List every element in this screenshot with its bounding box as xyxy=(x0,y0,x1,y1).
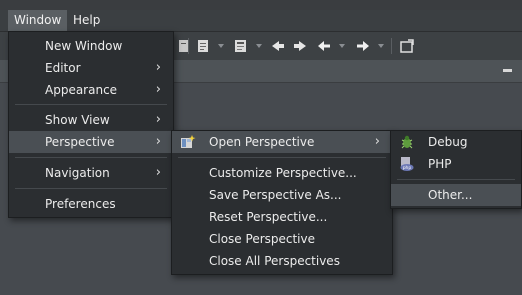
back-arrow-icon[interactable] xyxy=(316,38,332,54)
debug-bug-icon xyxy=(399,134,415,150)
forward-arrow-icon[interactable] xyxy=(355,38,371,54)
menu-item-label: Close Perspective xyxy=(209,232,316,246)
menu-item-label: Other... xyxy=(428,188,473,202)
menu-item-appearance[interactable]: Appearance › xyxy=(9,79,173,101)
minimize-icon[interactable] xyxy=(503,69,512,72)
menu-item-customize-perspective[interactable]: Customize Perspective... xyxy=(172,162,392,184)
svg-text:php: php xyxy=(403,165,412,171)
menu-item-label: Perspective xyxy=(45,135,115,149)
menu-help[interactable]: Help xyxy=(67,10,106,31)
menu-separator xyxy=(178,157,386,158)
menu-item-label: Navigation xyxy=(45,166,110,180)
menu-item-open-perspective[interactable]: Open Perspective › xyxy=(172,131,392,153)
chevron-right-icon: › xyxy=(155,165,161,180)
chevron-right-icon: › xyxy=(374,134,380,149)
menu-item-new-window[interactable]: New Window xyxy=(9,35,173,57)
menu-item-label: Show View xyxy=(45,113,110,127)
menu-item-perspective[interactable]: Perspective › xyxy=(9,131,173,153)
menu-separator xyxy=(15,188,167,189)
toolbar-dropdown-arrow[interactable] xyxy=(339,44,345,48)
toolbar-list-icon[interactable] xyxy=(233,38,249,54)
menu-item-label: PHP xyxy=(428,157,452,171)
menu-item-label: Appearance xyxy=(45,83,118,97)
chevron-right-icon: › xyxy=(155,60,161,75)
toolbar-dropdown-arrow[interactable] xyxy=(218,44,224,48)
menu-item-php[interactable]: php PHP xyxy=(391,153,521,175)
menu-item-show-view[interactable]: Show View › xyxy=(9,109,173,131)
open-perspective-icon xyxy=(180,134,196,150)
menu-separator xyxy=(15,157,167,158)
toolbar-separator xyxy=(188,38,189,54)
title-strip xyxy=(0,0,522,10)
toolbar-separator xyxy=(391,38,392,54)
menu-item-label: Open Perspective xyxy=(209,135,315,149)
menu-item-close-perspective[interactable]: Close Perspective xyxy=(172,228,392,250)
next-edit-icon[interactable] xyxy=(292,38,308,54)
php-icon: php xyxy=(399,156,415,172)
toolbar-dropdown-arrow[interactable] xyxy=(378,44,384,48)
menu-item-save-perspective-as[interactable]: Save Perspective As... xyxy=(172,184,392,206)
toolbar-dropdown-arrow[interactable] xyxy=(256,44,262,48)
menu-separator xyxy=(397,179,515,180)
menu-item-label: Preferences xyxy=(45,197,116,211)
menu-item-reset-perspective[interactable]: Reset Perspective... xyxy=(172,206,392,228)
menu-item-label: Debug xyxy=(428,135,468,149)
open-perspective-submenu: Debug php PHP Other... xyxy=(390,130,522,209)
menu-item-label: Customize Perspective... xyxy=(209,166,357,180)
previous-edit-icon[interactable] xyxy=(270,38,286,54)
menu-item-label: Close All Perspectives xyxy=(209,254,340,268)
chevron-right-icon: › xyxy=(155,134,161,149)
menu-separator xyxy=(15,104,167,105)
menu-item-label: Save Perspective As... xyxy=(209,188,342,202)
window-menu: New Window Editor › Appearance › Show Vi… xyxy=(8,31,174,218)
chevron-right-icon: › xyxy=(155,112,161,127)
menu-item-navigation[interactable]: Navigation › xyxy=(9,162,173,184)
menu-item-other[interactable]: Other... xyxy=(391,184,521,206)
toolbar-page-icon[interactable] xyxy=(176,38,192,54)
menu-item-label: Reset Perspective... xyxy=(209,210,328,224)
menu-item-debug[interactable]: Debug xyxy=(391,131,521,153)
perspective-submenu: Open Perspective › Customize Perspective… xyxy=(171,130,393,275)
menu-bar: Window Help xyxy=(0,10,522,32)
menu-item-preferences[interactable]: Preferences xyxy=(9,193,173,215)
menu-item-close-all-perspectives[interactable]: Close All Perspectives xyxy=(172,250,392,272)
chevron-right-icon: › xyxy=(155,82,161,97)
pin-editor-icon[interactable] xyxy=(399,38,415,54)
menu-item-label: New Window xyxy=(45,39,123,53)
menu-item-label: Editor xyxy=(45,61,81,75)
menu-item-editor[interactable]: Editor › xyxy=(9,57,173,79)
menu-window[interactable]: Window xyxy=(8,10,68,31)
toolbar-document-icon[interactable] xyxy=(196,38,212,54)
